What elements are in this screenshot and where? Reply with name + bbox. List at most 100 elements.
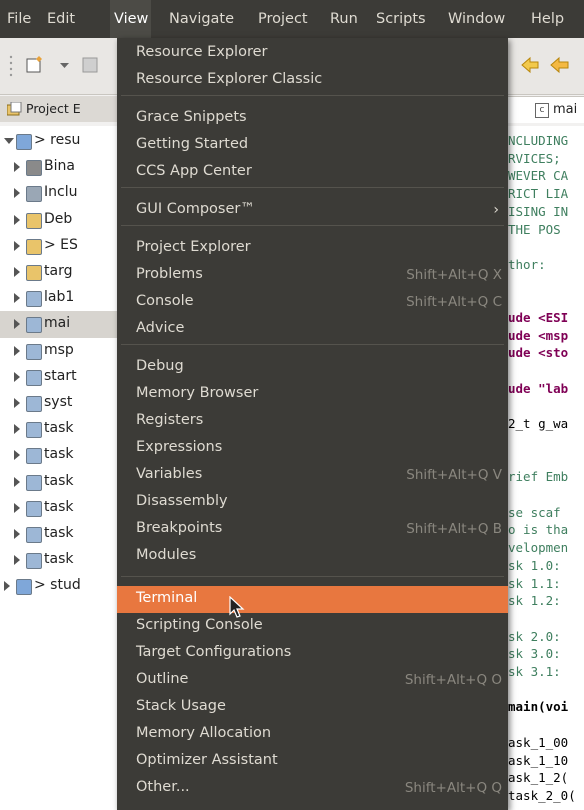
- menu-item-label: Registers: [136, 412, 204, 428]
- menu-item-optimizer-assistant[interactable]: Optimizer Assistant: [117, 748, 508, 775]
- toggle-marker-icon[interactable]: [520, 55, 540, 75]
- menu-item-gui-composer[interactable]: GUI Composer™ ›: [117, 197, 508, 224]
- menu-item-memory-allocation[interactable]: Memory Allocation: [117, 721, 508, 748]
- tree-item[interactable]: task: [0, 521, 118, 548]
- expand-right-icon[interactable]: [14, 450, 20, 461]
- new-file-icon[interactable]: [26, 56, 46, 74]
- menu-item-label: Variables: [136, 466, 203, 482]
- tree-item[interactable]: mai: [0, 311, 118, 339]
- menu-item-resource-explorer[interactable]: Resource Explorer: [117, 40, 508, 67]
- tree-item[interactable]: task: [0, 442, 118, 469]
- menu-item-target-configurations[interactable]: Target Configurations: [117, 640, 508, 667]
- menu-item-breakpoints[interactable]: Breakpoints Shift+Alt+Q B: [117, 516, 508, 543]
- view-menu: Resource Explorer Resource Explorer Class…: [117, 38, 508, 810]
- menu-edit[interactable]: Edit: [47, 0, 75, 38]
- code-line: ude <ESI: [508, 310, 569, 325]
- menu-item-registers[interactable]: Registers: [117, 408, 508, 435]
- project-explorer-tab[interactable]: Project E: [0, 96, 119, 122]
- menu-item-grace-snippets[interactable]: Grace Snippets: [117, 105, 508, 132]
- expand-right-icon[interactable]: [14, 319, 20, 330]
- menu-help[interactable]: Help: [531, 0, 564, 38]
- back-arrow-icon[interactable]: [550, 56, 570, 74]
- menu-item-memory-browser[interactable]: Memory Browser: [117, 381, 508, 408]
- expand-right-icon[interactable]: [14, 293, 20, 304]
- c-file-icon: [26, 500, 42, 517]
- menu-item-terminal[interactable]: Terminal: [117, 586, 508, 613]
- c-file-icon: [26, 396, 42, 412]
- tree-item[interactable]: targ: [0, 259, 118, 286]
- menu-item-debug[interactable]: Debug: [117, 354, 508, 381]
- chevron-down-icon[interactable]: [60, 63, 69, 69]
- expand-right-icon[interactable]: [14, 214, 20, 225]
- tree-item[interactable]: Inclu: [0, 180, 118, 207]
- menu-item-scripting-console[interactable]: Scripting Console: [117, 613, 508, 640]
- menu-run[interactable]: Run: [330, 0, 358, 38]
- expand-right-icon[interactable]: [14, 188, 20, 199]
- menu-item-console[interactable]: Console Shift+Alt+Q C: [117, 289, 508, 316]
- menu-item-shortcut: Shift+Alt+Q Q: [404, 780, 502, 796]
- expand-right-icon[interactable]: [14, 398, 20, 408]
- expand-right-icon[interactable]: [14, 162, 20, 173]
- menu-item-disassembly[interactable]: Disassembly: [117, 489, 508, 516]
- code-line: ask_1_2(: [508, 770, 569, 786]
- menu-view[interactable]: View: [110, 0, 152, 38]
- tree-item[interactable]: > stud: [0, 573, 118, 600]
- expand-right-icon[interactable]: [14, 345, 20, 356]
- menu-item-ccs-app-center[interactable]: CCS App Center: [117, 159, 508, 186]
- menu-navigate[interactable]: Navigate: [169, 0, 234, 38]
- menu-item-expressions[interactable]: Expressions: [117, 435, 508, 462]
- tree-item[interactable]: msp: [0, 338, 118, 365]
- menu-window[interactable]: Window: [448, 0, 505, 38]
- expand-right-icon[interactable]: [4, 581, 10, 592]
- expand-right-icon[interactable]: [14, 424, 20, 435]
- menu-item-shortcut: Shift+Alt+Q V: [406, 467, 502, 483]
- expand-right-icon[interactable]: [14, 529, 20, 539]
- expand-right-icon[interactable]: [14, 371, 20, 382]
- menu-item-other[interactable]: Other... Shift+Alt+Q Q: [117, 775, 508, 802]
- tree-item[interactable]: > ES: [0, 233, 118, 260]
- menu-item-advice[interactable]: Advice: [117, 316, 508, 343]
- menu-file[interactable]: File: [7, 0, 31, 38]
- tree-item[interactable]: > resu: [0, 128, 118, 155]
- save-icon[interactable]: [82, 57, 98, 73]
- menu-scripts[interactable]: Scripts: [376, 0, 426, 38]
- folder-icon: [26, 238, 42, 255]
- menu-item-modules[interactable]: Modules: [117, 543, 508, 570]
- tree-item[interactable]: Bina: [0, 154, 118, 181]
- tree-item-label: syst: [44, 394, 73, 410]
- tree-item-label: task: [44, 446, 74, 463]
- menu-item-problems[interactable]: Problems Shift+Alt+Q X: [117, 262, 508, 289]
- menu-project[interactable]: Project: [258, 0, 308, 38]
- expand-right-icon[interactable]: [14, 502, 20, 513]
- code-line: sk 2.0:: [508, 628, 561, 644]
- expand-right-icon[interactable]: [14, 267, 20, 277]
- editor-tab[interactable]: c mai: [500, 96, 584, 123]
- code-line: sk 1.2:: [508, 593, 561, 609]
- tree-item[interactable]: task: [0, 547, 118, 574]
- expand-right-icon[interactable]: [14, 240, 20, 251]
- tree-item[interactable]: Deb: [0, 207, 118, 234]
- c-file-icon: [26, 317, 42, 334]
- tree-item[interactable]: start: [0, 364, 118, 391]
- expand-right-icon[interactable]: [14, 555, 20, 566]
- tree-item[interactable]: task: [0, 495, 118, 522]
- tree-item[interactable]: task: [0, 469, 118, 496]
- menu-separator: [121, 344, 504, 345]
- expand-right-icon[interactable]: [14, 476, 20, 487]
- menu-item-label: Resource Explorer Classic: [136, 71, 323, 87]
- tree-item-label: task: [44, 420, 74, 437]
- menu-item-resource-explorer-classic[interactable]: Resource Explorer Classic: [117, 67, 508, 94]
- tree-item-label: > resu: [34, 132, 81, 148]
- tree-item[interactable]: task: [0, 416, 118, 443]
- expand-down-icon[interactable]: [4, 138, 14, 144]
- menu-item-project-explorer[interactable]: Project Explorer: [117, 235, 508, 262]
- tree-item-label: Bina: [44, 158, 75, 175]
- menu-item-variables[interactable]: Variables Shift+Alt+Q V: [117, 462, 508, 489]
- code-line: ask_1_00: [508, 734, 569, 750]
- menu-item-outline[interactable]: Outline Shift+Alt+Q O: [117, 667, 508, 694]
- tree-item[interactable]: lab1: [0, 285, 118, 312]
- tree-item[interactable]: syst: [0, 390, 118, 417]
- menu-item-label: Expressions: [136, 439, 223, 455]
- menu-item-stack-usage[interactable]: Stack Usage: [117, 694, 508, 721]
- menu-item-getting-started[interactable]: Getting Started: [117, 132, 508, 159]
